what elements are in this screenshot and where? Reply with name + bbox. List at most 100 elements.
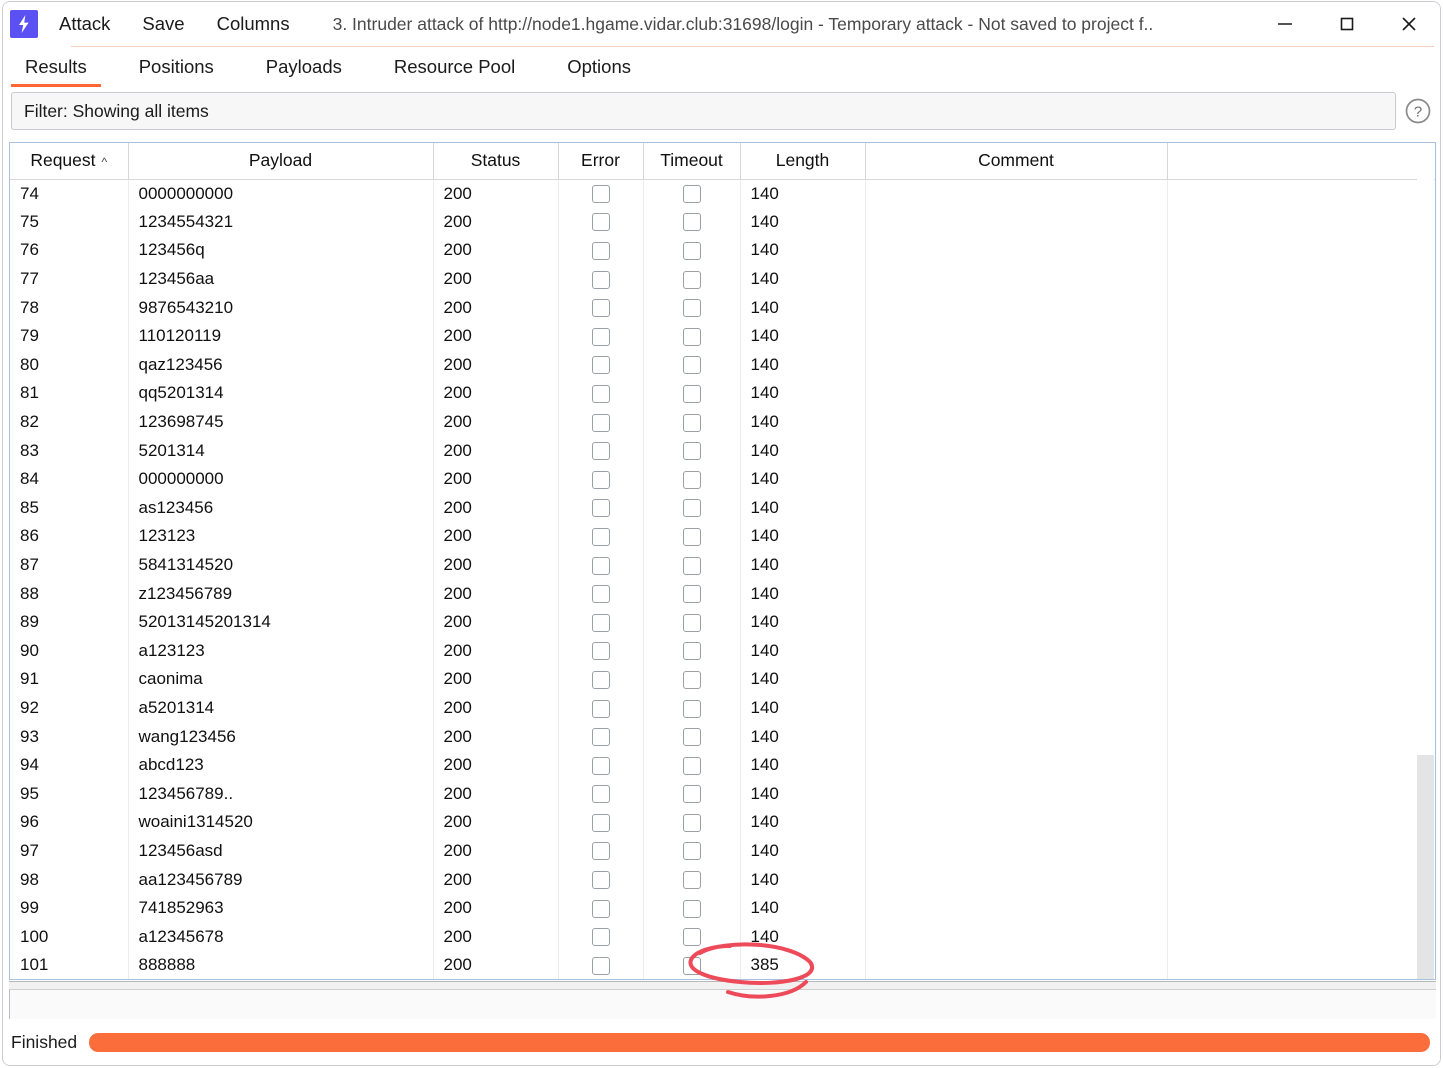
table-row[interactable]: 81 qq5201314 200 140 bbox=[10, 379, 1435, 408]
error-checkbox[interactable] bbox=[591, 956, 610, 975]
error-checkbox[interactable] bbox=[591, 642, 610, 661]
error-checkbox[interactable] bbox=[591, 527, 610, 546]
timeout-checkbox[interactable] bbox=[682, 756, 701, 775]
error-checkbox[interactable] bbox=[591, 299, 610, 318]
table-row[interactable]: 93 wang123456 200 140 bbox=[10, 722, 1435, 751]
filter-bar[interactable]: Filter: Showing all items bbox=[11, 92, 1396, 130]
column-header-length[interactable]: Length bbox=[740, 143, 866, 180]
timeout-checkbox[interactable] bbox=[682, 699, 701, 718]
vertical-scrollbar-thumb[interactable] bbox=[1417, 755, 1434, 979]
table-row[interactable]: 92 a5201314 200 140 bbox=[10, 693, 1435, 723]
error-checkbox[interactable] bbox=[591, 928, 610, 947]
timeout-checkbox[interactable] bbox=[682, 642, 701, 661]
timeout-checkbox[interactable] bbox=[682, 213, 701, 232]
table-row[interactable]: 85 as123456 200 140 bbox=[10, 493, 1435, 523]
vertical-scrollbar[interactable] bbox=[1417, 144, 1434, 979]
error-checkbox[interactable] bbox=[591, 384, 610, 403]
column-header-error[interactable]: Error bbox=[558, 143, 644, 180]
tab-payloads[interactable]: Payloads bbox=[252, 56, 356, 87]
error-checkbox[interactable] bbox=[591, 842, 610, 861]
error-checkbox[interactable] bbox=[591, 813, 610, 832]
timeout-checkbox[interactable] bbox=[682, 499, 701, 518]
tab-positions[interactable]: Positions bbox=[125, 56, 228, 87]
error-checkbox[interactable] bbox=[591, 556, 610, 575]
error-checkbox[interactable] bbox=[591, 356, 610, 375]
error-checkbox[interactable] bbox=[591, 728, 610, 747]
timeout-checkbox[interactable] bbox=[682, 413, 701, 432]
table-row[interactable]: 79 110120119 200 140 bbox=[10, 321, 1435, 351]
error-checkbox[interactable] bbox=[591, 442, 610, 461]
error-checkbox[interactable] bbox=[591, 613, 610, 632]
column-header-request[interactable]: Request ^ bbox=[10, 143, 129, 180]
timeout-checkbox[interactable] bbox=[682, 185, 701, 204]
column-header-status[interactable]: Status bbox=[433, 143, 559, 180]
column-header-extra[interactable] bbox=[1167, 143, 1435, 180]
table-row[interactable]: 99 741852963 200 140 bbox=[10, 893, 1435, 923]
timeout-checkbox[interactable] bbox=[682, 585, 701, 604]
error-checkbox[interactable] bbox=[591, 699, 610, 718]
tab-resource-pool[interactable]: Resource Pool bbox=[380, 56, 529, 87]
table-row[interactable]: 89 52013145201314 200 140 bbox=[10, 607, 1435, 637]
panel-splitter[interactable] bbox=[9, 981, 1436, 990]
timeout-checkbox[interactable] bbox=[682, 270, 701, 289]
error-checkbox[interactable] bbox=[591, 871, 610, 890]
table-row[interactable]: 94 abcd123 200 140 bbox=[10, 750, 1435, 780]
table-row[interactable]: 97 123456asd 200 140 bbox=[10, 836, 1435, 866]
error-checkbox[interactable] bbox=[591, 499, 610, 518]
timeout-checkbox[interactable] bbox=[682, 842, 701, 861]
table-row[interactable]: 74 0000000000 200 140 bbox=[10, 179, 1435, 208]
column-header-payload[interactable]: Payload bbox=[128, 143, 434, 180]
error-checkbox[interactable] bbox=[591, 585, 610, 604]
table-row[interactable]: 88 z123456789 200 140 bbox=[10, 579, 1435, 608]
error-checkbox[interactable] bbox=[591, 185, 610, 204]
close-button[interactable] bbox=[1378, 2, 1440, 46]
error-checkbox[interactable] bbox=[591, 270, 610, 289]
table-row[interactable]: 90 a123123 200 140 bbox=[10, 636, 1435, 666]
table-row[interactable]: 100 a12345678 200 140 bbox=[10, 922, 1435, 952]
error-checkbox[interactable] bbox=[591, 670, 610, 689]
table-row[interactable]: 96 woaini1314520 200 140 bbox=[10, 808, 1435, 837]
table-row[interactable]: 91 caonima 200 140 bbox=[10, 665, 1435, 694]
table-row[interactable]: 86 123123 200 140 bbox=[10, 522, 1435, 551]
table-row[interactable]: 77 123456aa 200 140 bbox=[10, 264, 1435, 294]
timeout-checkbox[interactable] bbox=[682, 785, 701, 804]
timeout-checkbox[interactable] bbox=[682, 613, 701, 632]
timeout-checkbox[interactable] bbox=[682, 899, 701, 918]
tab-results[interactable]: Results bbox=[11, 56, 101, 87]
table-row[interactable]: 95 123456789.. 200 140 bbox=[10, 779, 1435, 809]
timeout-checkbox[interactable] bbox=[682, 356, 701, 375]
error-checkbox[interactable] bbox=[591, 756, 610, 775]
table-row[interactable]: 98 aa123456789 200 140 bbox=[10, 865, 1435, 894]
maximize-button[interactable] bbox=[1316, 2, 1378, 46]
table-row[interactable]: 84 000000000 200 140 bbox=[10, 464, 1435, 494]
menu-save[interactable]: Save bbox=[131, 10, 195, 38]
table-row[interactable]: 80 qaz123456 200 140 bbox=[10, 350, 1435, 380]
timeout-checkbox[interactable] bbox=[682, 470, 701, 489]
timeout-checkbox[interactable] bbox=[682, 299, 701, 318]
timeout-checkbox[interactable] bbox=[682, 813, 701, 832]
column-header-comment[interactable]: Comment bbox=[865, 143, 1168, 180]
error-checkbox[interactable] bbox=[591, 242, 610, 260]
timeout-checkbox[interactable] bbox=[682, 956, 701, 975]
timeout-checkbox[interactable] bbox=[682, 728, 701, 747]
timeout-checkbox[interactable] bbox=[682, 928, 701, 947]
timeout-checkbox[interactable] bbox=[682, 670, 701, 689]
error-checkbox[interactable] bbox=[591, 213, 610, 232]
error-checkbox[interactable] bbox=[591, 327, 610, 346]
timeout-checkbox[interactable] bbox=[682, 242, 701, 260]
timeout-checkbox[interactable] bbox=[682, 527, 701, 546]
help-question-icon[interactable]: ? bbox=[1396, 89, 1440, 133]
timeout-checkbox[interactable] bbox=[682, 556, 701, 575]
table-row[interactable]: 87 5841314520 200 140 bbox=[10, 550, 1435, 580]
column-header-timeout[interactable]: Timeout bbox=[643, 143, 741, 180]
timeout-checkbox[interactable] bbox=[682, 384, 701, 403]
timeout-checkbox[interactable] bbox=[682, 442, 701, 461]
timeout-checkbox[interactable] bbox=[682, 327, 701, 346]
table-row[interactable]: 78 9876543210 200 140 bbox=[10, 293, 1435, 322]
timeout-checkbox[interactable] bbox=[682, 871, 701, 890]
table-row[interactable]: 75 1234554321 200 140 bbox=[10, 207, 1435, 237]
table-row[interactable]: 101 888888 200 385 bbox=[10, 951, 1435, 979]
error-checkbox[interactable] bbox=[591, 470, 610, 489]
error-checkbox[interactable] bbox=[591, 413, 610, 432]
menu-columns[interactable]: Columns bbox=[206, 10, 301, 38]
